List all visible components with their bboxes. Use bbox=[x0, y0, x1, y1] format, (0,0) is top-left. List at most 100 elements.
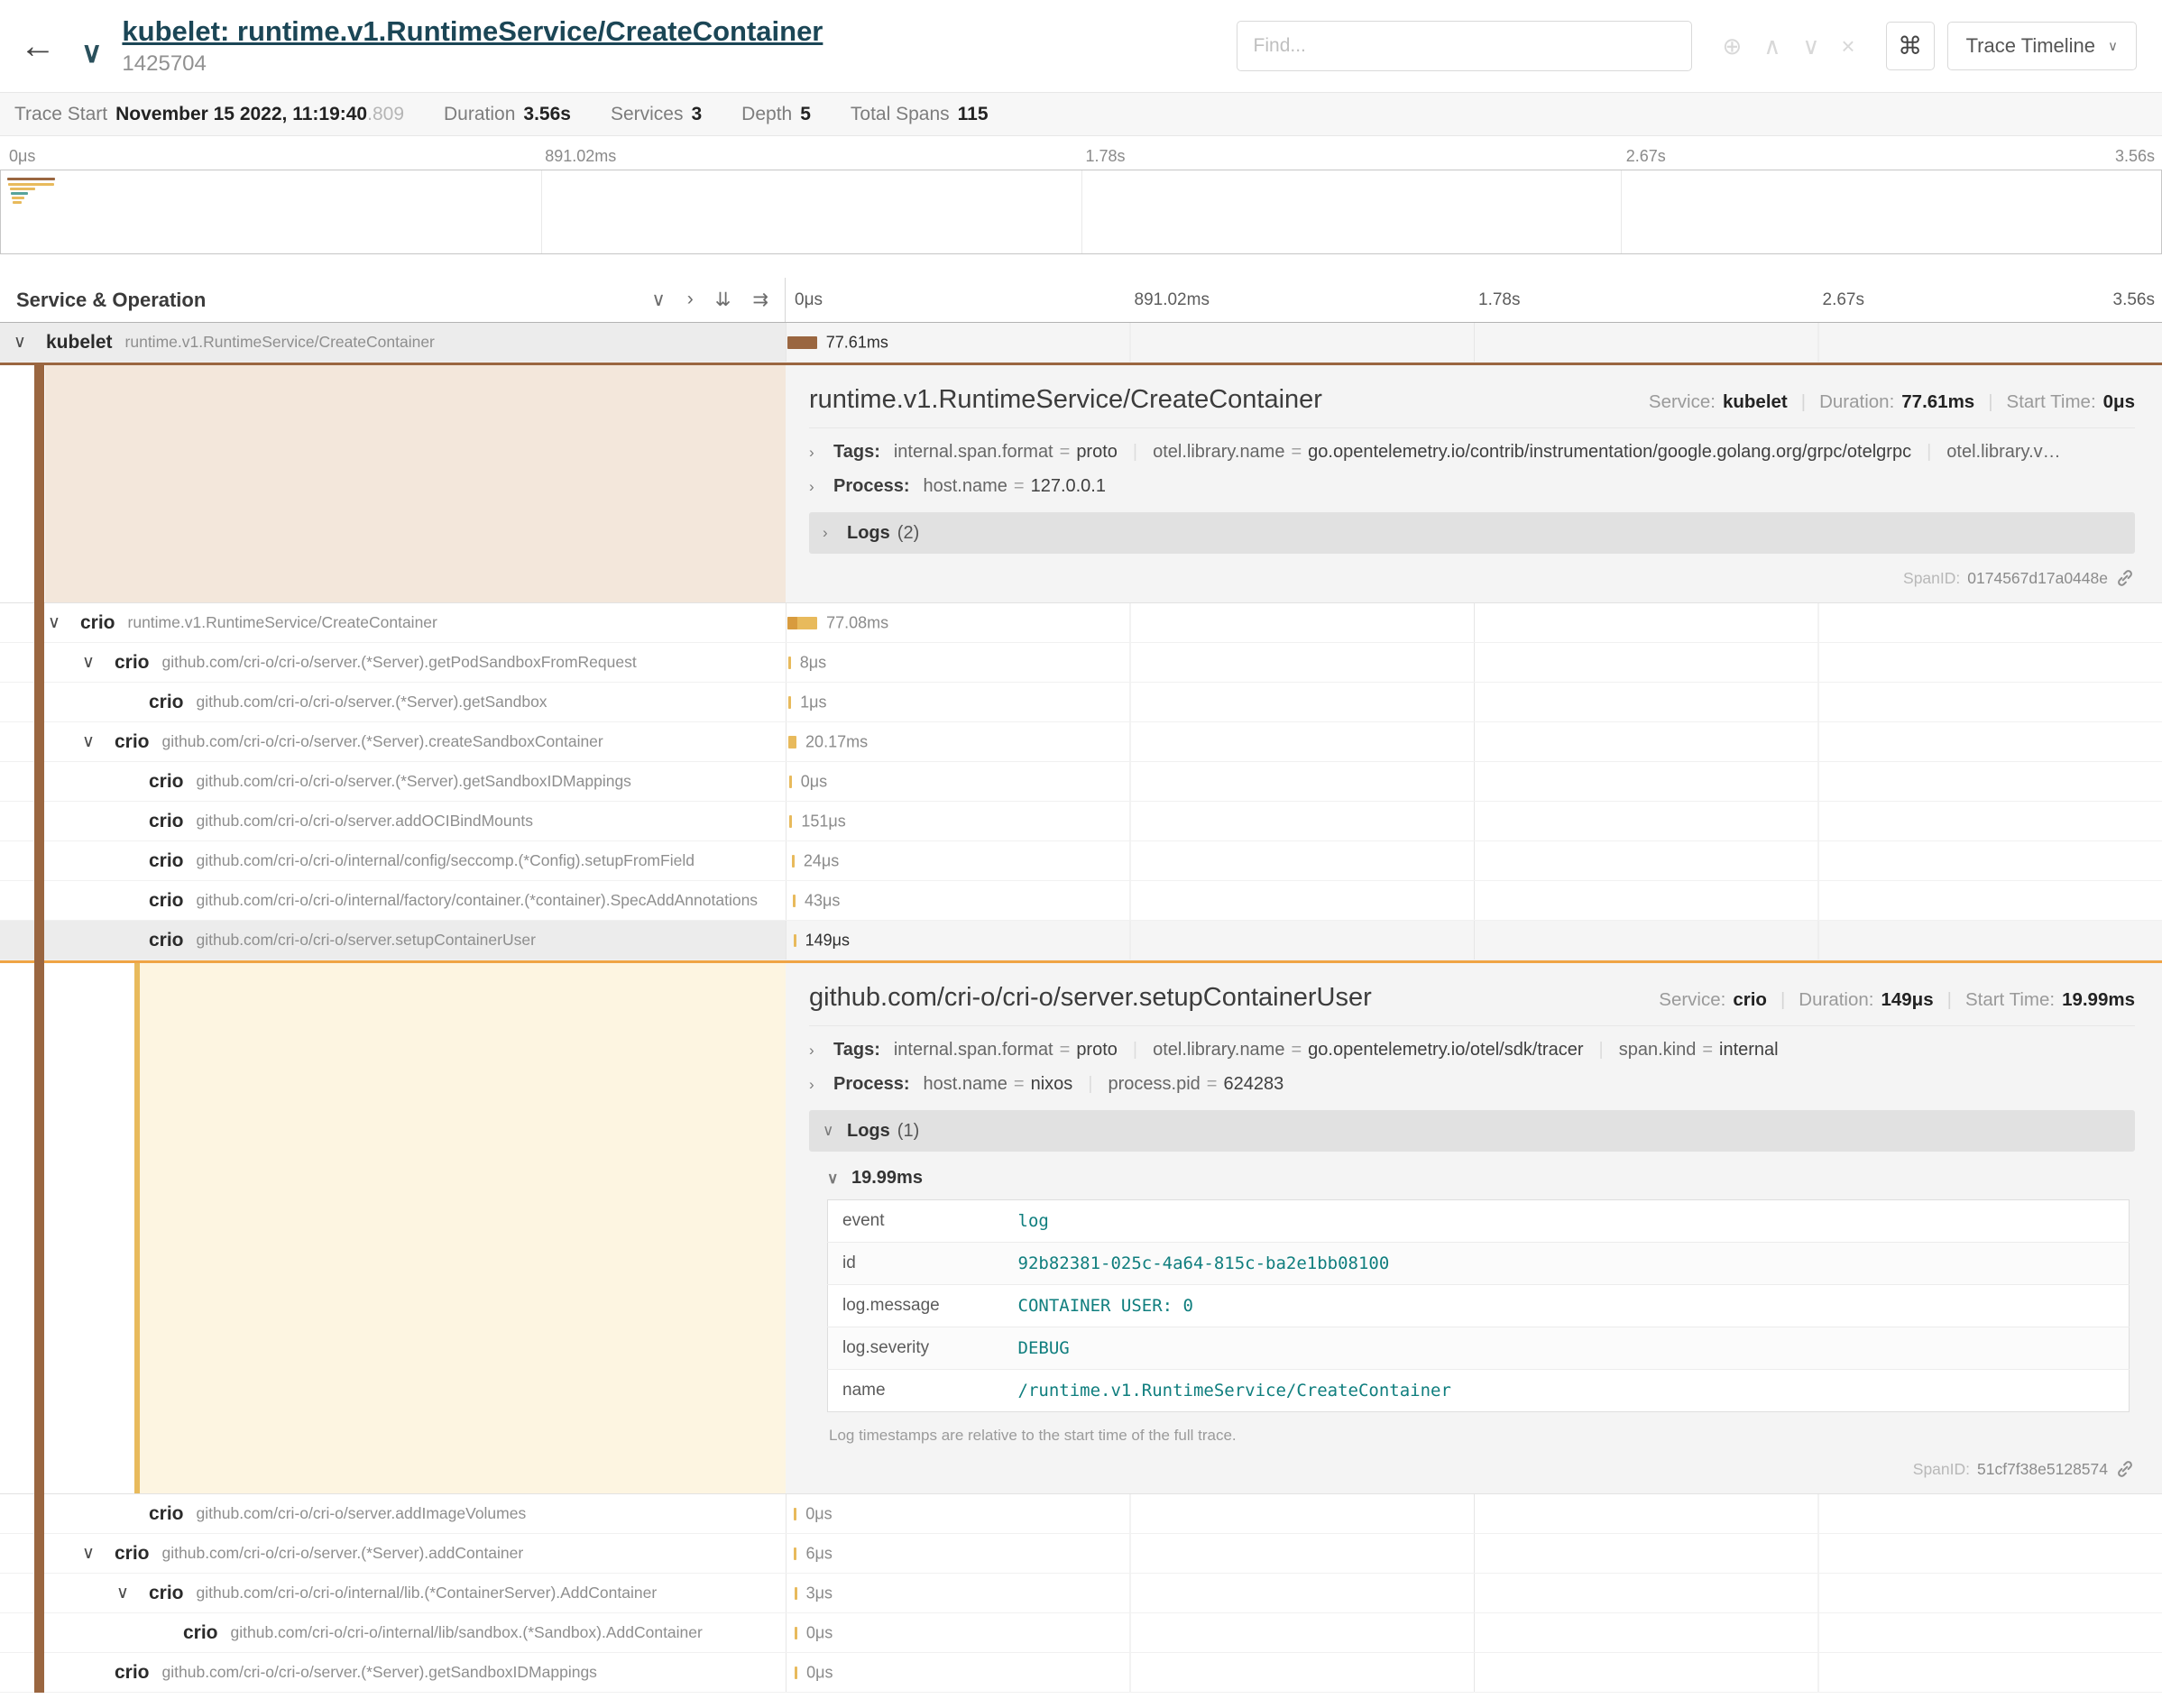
span-timeline-cell[interactable]: 0μs bbox=[786, 1613, 2162, 1652]
span-row[interactable]: ∨criogithub.com/cri-o/cri-o/server.(*Ser… bbox=[0, 643, 2162, 683]
span-timeline-cell[interactable]: 1μs bbox=[786, 683, 2162, 721]
span-timeline-cell[interactable]: 77.08ms bbox=[786, 603, 2162, 642]
span-duration-label: 6μs bbox=[806, 1544, 833, 1563]
trace-collapse-chevron-icon[interactable]: ∨ bbox=[81, 35, 102, 69]
clear-search-icon[interactable]: × bbox=[1841, 32, 1854, 60]
log-entry-time[interactable]: ∨19.99ms bbox=[827, 1168, 2133, 1189]
span-row[interactable]: criogithub.com/cri-o/cri-o/internal/lib/… bbox=[0, 1613, 2162, 1653]
row-expander-icon[interactable]: ∨ bbox=[48, 612, 80, 633]
span-row[interactable]: criogithub.com/cri-o/cri-o/internal/fact… bbox=[0, 881, 2162, 921]
span-timeline-cell[interactable]: 6μs bbox=[786, 1534, 2162, 1573]
span-bar[interactable] bbox=[787, 336, 817, 349]
span-bar[interactable] bbox=[789, 776, 792, 788]
span-row[interactable]: criogithub.com/cri-o/cri-o/internal/conf… bbox=[0, 841, 2162, 881]
span-row[interactable]: ∨kubeletruntime.v1.RuntimeService/Create… bbox=[0, 323, 2162, 363]
logs-accordion[interactable]: ∨Logs(1) bbox=[809, 1110, 2135, 1152]
find-input[interactable] bbox=[1237, 21, 1692, 71]
span-bar[interactable] bbox=[794, 1547, 796, 1560]
operation-name: github.com/cri-o/cri-o/internal/lib.(*Co… bbox=[197, 1584, 658, 1602]
span-bar[interactable] bbox=[794, 1508, 796, 1520]
span-name-cell[interactable]: criogithub.com/cri-o/cri-o/server.(*Serv… bbox=[0, 683, 786, 721]
chevron-down-icon[interactable]: ∨ bbox=[651, 289, 665, 311]
chevron-right-icon[interactable]: › bbox=[687, 289, 694, 311]
keyboard-shortcuts-button[interactable]: ⌘ bbox=[1886, 22, 1935, 70]
row-expander-icon[interactable]: ∨ bbox=[82, 731, 115, 752]
span-timeline-cell[interactable]: 151μs bbox=[786, 802, 2162, 840]
span-timeline-cell[interactable]: 149μs bbox=[786, 921, 2162, 960]
next-result-icon[interactable]: ∨ bbox=[1802, 32, 1819, 60]
span-row[interactable]: criogithub.com/cri-o/cri-o/server.setupC… bbox=[0, 921, 2162, 960]
span-name-cell[interactable]: ∨kubeletruntime.v1.RuntimeService/Create… bbox=[0, 323, 786, 362]
tags-accordion[interactable]: ›Tags:internal.span.format=proto|otel.li… bbox=[809, 1040, 2135, 1061]
row-expander-icon[interactable]: ∨ bbox=[14, 332, 46, 353]
span-bar[interactable] bbox=[795, 1587, 797, 1600]
span-timeline-cell[interactable]: 0μs bbox=[786, 762, 2162, 801]
span-timeline-cell[interactable]: 3μs bbox=[786, 1574, 2162, 1612]
span-bar[interactable] bbox=[788, 696, 791, 709]
span-row[interactable]: criogithub.com/cri-o/cri-o/server.(*Serv… bbox=[0, 1653, 2162, 1693]
span-name-cell[interactable]: ∨crioruntime.v1.RuntimeService/CreateCon… bbox=[0, 603, 786, 642]
span-bar[interactable] bbox=[788, 657, 791, 669]
span-name-cell[interactable]: criogithub.com/cri-o/cri-o/server.addOCI… bbox=[0, 802, 786, 840]
span-name-cell[interactable]: ∨criogithub.com/cri-o/cri-o/server.(*Ser… bbox=[0, 722, 786, 761]
span-duration-label: 151μs bbox=[801, 812, 845, 831]
span-bar[interactable] bbox=[789, 815, 792, 828]
span-timeline-cell[interactable]: 77.61ms bbox=[786, 323, 2162, 362]
span-name-cell[interactable]: ∨criogithub.com/cri-o/cri-o/server.(*Ser… bbox=[0, 1534, 786, 1573]
span-bar[interactable] bbox=[793, 895, 796, 907]
span-row[interactable]: criogithub.com/cri-o/cri-o/server.addIma… bbox=[0, 1494, 2162, 1534]
span-timeline-cell[interactable]: 8μs bbox=[786, 643, 2162, 682]
chevron-down-icon: ∨ bbox=[823, 1122, 837, 1140]
process-accordion[interactable]: ›Process:host.name=127.0.0.1 bbox=[809, 476, 2135, 497]
span-row[interactable]: criogithub.com/cri-o/cri-o/server.addOCI… bbox=[0, 802, 2162, 841]
span-timeline-cell[interactable]: 24μs bbox=[786, 841, 2162, 880]
span-row[interactable]: ∨criogithub.com/cri-o/cri-o/server.(*Ser… bbox=[0, 1534, 2162, 1574]
span-name-cell[interactable]: criogithub.com/cri-o/cri-o/internal/fact… bbox=[0, 881, 786, 920]
span-row[interactable]: criogithub.com/cri-o/cri-o/server.(*Serv… bbox=[0, 683, 2162, 722]
span-bar[interactable] bbox=[792, 855, 795, 868]
span-link-icon[interactable] bbox=[2115, 568, 2135, 588]
row-expander-icon[interactable]: ∨ bbox=[82, 1543, 115, 1564]
tags-accordion[interactable]: ›Tags:internal.span.format=proto|otel.li… bbox=[809, 442, 2135, 463]
span-bar[interactable] bbox=[788, 736, 796, 748]
span-bar[interactable] bbox=[787, 617, 817, 629]
span-row[interactable]: ∨criogithub.com/cri-o/cri-o/server.(*Ser… bbox=[0, 722, 2162, 762]
prev-result-icon[interactable]: ∧ bbox=[1763, 32, 1780, 60]
span-name-cell[interactable]: criogithub.com/cri-o/cri-o/server.addIma… bbox=[0, 1494, 786, 1533]
span-timeline-cell[interactable]: 0μs bbox=[786, 1494, 2162, 1533]
span-bar[interactable] bbox=[794, 934, 796, 947]
process-accordion[interactable]: ›Process:host.name=nixos|process.pid=624… bbox=[809, 1074, 2135, 1095]
trace-title-block: kubelet: runtime.v1.RuntimeService/Creat… bbox=[122, 15, 823, 77]
operation-name: github.com/cri-o/cri-o/server.addImageVo… bbox=[197, 1504, 527, 1523]
logs-accordion[interactable]: ›Logs(2) bbox=[809, 512, 2135, 554]
span-name-cell[interactable]: criogithub.com/cri-o/cri-o/server.(*Serv… bbox=[0, 762, 786, 801]
focus-span-icon[interactable]: ⊕ bbox=[1723, 32, 1743, 60]
minimap-gridline bbox=[1081, 170, 1082, 253]
span-link-icon[interactable] bbox=[2115, 1459, 2135, 1479]
row-expander-icon[interactable]: ∨ bbox=[116, 1583, 149, 1603]
minimap-canvas[interactable] bbox=[0, 170, 2162, 254]
span-bar[interactable] bbox=[795, 1627, 797, 1639]
row-expander-icon[interactable]: ∨ bbox=[82, 652, 115, 673]
double-chevron-down-icon[interactable]: ⇊ bbox=[715, 289, 731, 311]
span-bar[interactable] bbox=[795, 1667, 797, 1679]
trace-view-selector[interactable]: Trace Timeline ∨ bbox=[1947, 22, 2137, 70]
tick-label: 3.56s bbox=[2115, 147, 2155, 166]
span-name-cell[interactable]: criogithub.com/cri-o/cri-o/internal/conf… bbox=[0, 841, 786, 880]
double-chevron-right-icon[interactable]: ⇉ bbox=[752, 289, 768, 311]
span-timeline-cell[interactable]: 20.17ms bbox=[786, 722, 2162, 761]
span-timeline-cell[interactable]: 0μs bbox=[786, 1653, 2162, 1692]
span-name-cell[interactable]: criogithub.com/cri-o/cri-o/server.setupC… bbox=[0, 921, 786, 960]
span-name-cell[interactable]: ∨criogithub.com/cri-o/cri-o/server.(*Ser… bbox=[0, 643, 786, 682]
service-name: crio bbox=[149, 771, 184, 793]
span-name-cell[interactable]: criogithub.com/cri-o/cri-o/server.(*Serv… bbox=[0, 1653, 786, 1692]
trace-title-link[interactable]: kubelet: runtime.v1.RuntimeService/Creat… bbox=[122, 15, 823, 48]
back-arrow-icon[interactable]: ← bbox=[20, 26, 56, 67]
span-name-cell[interactable]: criogithub.com/cri-o/cri-o/internal/lib/… bbox=[0, 1613, 786, 1652]
span-row[interactable]: ∨crioruntime.v1.RuntimeService/CreateCon… bbox=[0, 603, 2162, 643]
chevron-right-icon: › bbox=[809, 478, 823, 496]
span-row[interactable]: criogithub.com/cri-o/cri-o/server.(*Serv… bbox=[0, 762, 2162, 802]
span-row[interactable]: ∨criogithub.com/cri-o/cri-o/internal/lib… bbox=[0, 1574, 2162, 1613]
span-timeline-cell[interactable]: 43μs bbox=[786, 881, 2162, 920]
span-name-cell[interactable]: ∨criogithub.com/cri-o/cri-o/internal/lib… bbox=[0, 1574, 786, 1612]
